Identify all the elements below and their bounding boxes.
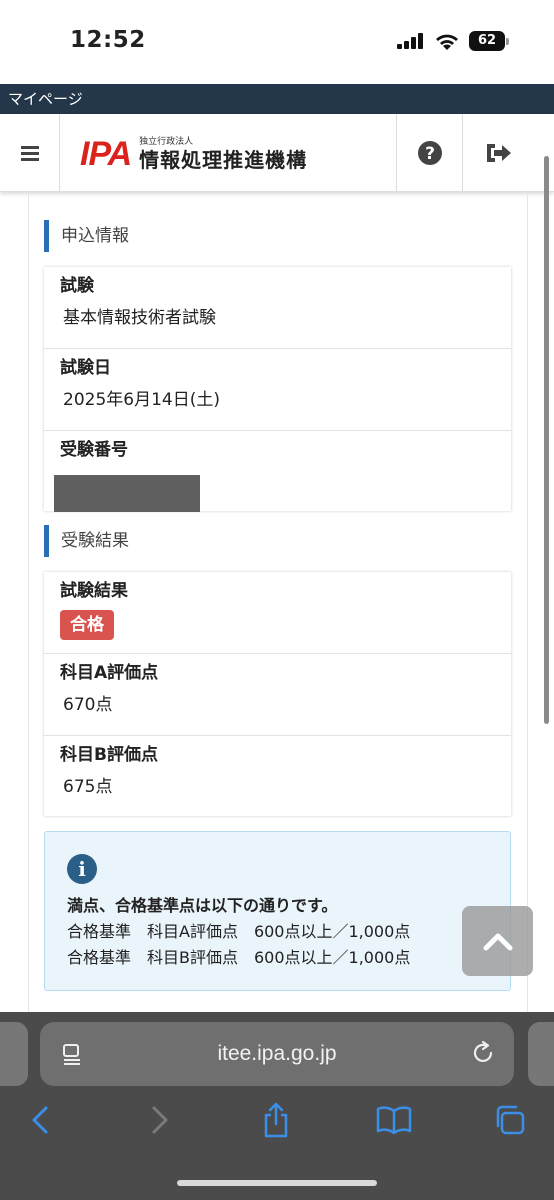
question-circle-icon: ?: [417, 141, 442, 165]
ipa-logo[interactable]: IPA 独立行政法人 情報処理推進機構: [80, 134, 308, 173]
address-bar[interactable]: itee.ipa.go.jp: [40, 1022, 514, 1086]
wifi-icon: [436, 34, 458, 50]
logout-button[interactable]: [462, 114, 534, 192]
exam-date-value: 2025年6月14日(土): [63, 390, 220, 410]
back-to-top-button[interactable]: [462, 906, 533, 976]
sign-out-icon: [486, 144, 511, 162]
chevron-up-icon: [483, 933, 512, 951]
passing-criteria-info: i 満点、合格基準点は以下の通りです。 合格基準 科目A評価点 600点以上／1…: [44, 831, 511, 991]
logo-mark: IPA: [80, 134, 132, 173]
exam-date-label: 試験日: [60, 358, 111, 378]
exam-number-label: 受験番号: [60, 440, 128, 460]
exam-number-row: 受験番号: [44, 431, 511, 512]
bookmarks-button[interactable]: [374, 1100, 414, 1140]
tabs-icon: [496, 1105, 525, 1135]
exam-date-row: 試験日 2025年6月14日(土): [44, 349, 511, 431]
pass-badge: 合格: [60, 610, 114, 640]
mypage-bar: マイページ: [0, 84, 554, 114]
site-header: IPA 独立行政法人 情報処理推進機構 ?: [0, 114, 554, 192]
score-a-label: 科目A評価点: [60, 663, 159, 683]
chevron-left-icon: [32, 1106, 48, 1134]
page-scrollbar[interactable]: [544, 156, 549, 724]
help-button[interactable]: ?: [396, 114, 462, 192]
share-button[interactable]: [256, 1100, 296, 1140]
chevron-right-icon: [152, 1106, 168, 1134]
info-icon: i: [67, 854, 97, 884]
redacted-exam-number: [54, 475, 200, 512]
battery-level: 62: [469, 31, 505, 51]
exam-result-panel: 試験結果 合格 科目A評価点 670点 科目B評価点 675点: [44, 572, 511, 816]
result-label: 試験結果: [60, 581, 128, 601]
reload-icon[interactable]: [470, 1040, 496, 1066]
score-a-value: 670点: [63, 695, 113, 715]
logo-small-text: 独立行政法人: [139, 136, 194, 147]
criteria-line: 合格基準 科目A評価点 600点以上／1,000点: [67, 922, 411, 941]
result-section-title: 受験結果: [44, 525, 129, 557]
logo-org-name: 情報処理推進機構: [139, 147, 308, 172]
hamburger-icon: [20, 146, 39, 161]
criteria-line: 合格基準 科目B評価点 600点以上／1,000点: [67, 948, 411, 967]
main-content: 申込情報 試験 基本情報技術者試験 試験日 2025年6月14日(土) 受験番号…: [28, 193, 528, 1013]
result-row: 試験結果 合格: [44, 572, 511, 654]
tabs-button[interactable]: [490, 1100, 530, 1140]
score-a-row: 科目A評価点 670点: [44, 654, 511, 736]
application-section-title: 申込情報: [44, 220, 129, 252]
score-b-value: 675点: [63, 777, 113, 797]
score-b-label: 科目B評価点: [60, 745, 158, 765]
exam-row: 試験 基本情報技術者試験: [44, 267, 511, 349]
url-text: itee.ipa.go.jp: [217, 1042, 337, 1065]
book-icon: [376, 1106, 412, 1134]
status-bar: 12:52 62: [0, 0, 554, 84]
svg-text:?: ?: [425, 144, 435, 164]
exam-label: 試験: [60, 276, 94, 296]
score-b-row: 科目B評価点 675点: [44, 736, 511, 816]
application-info-panel: 試験 基本情報技術者試験 試験日 2025年6月14日(土) 受験番号: [44, 267, 511, 512]
forward-button[interactable]: [140, 1100, 180, 1140]
next-tab-preview[interactable]: [528, 1022, 554, 1086]
cellular-signal-icon: [397, 33, 423, 49]
back-button[interactable]: [20, 1100, 60, 1140]
home-indicator: [177, 1180, 377, 1186]
battery-icon: 62: [469, 31, 509, 51]
previous-tab-preview[interactable]: [0, 1022, 28, 1086]
status-time: 12:52: [70, 27, 146, 53]
info-heading: 満点、合格基準点は以下の通りです。: [67, 896, 338, 915]
share-icon: [264, 1102, 288, 1138]
exam-value: 基本情報技術者試験: [63, 308, 216, 328]
menu-button[interactable]: [0, 114, 60, 192]
browser-toolbar: itee.ipa.go.jp: [0, 1012, 554, 1200]
